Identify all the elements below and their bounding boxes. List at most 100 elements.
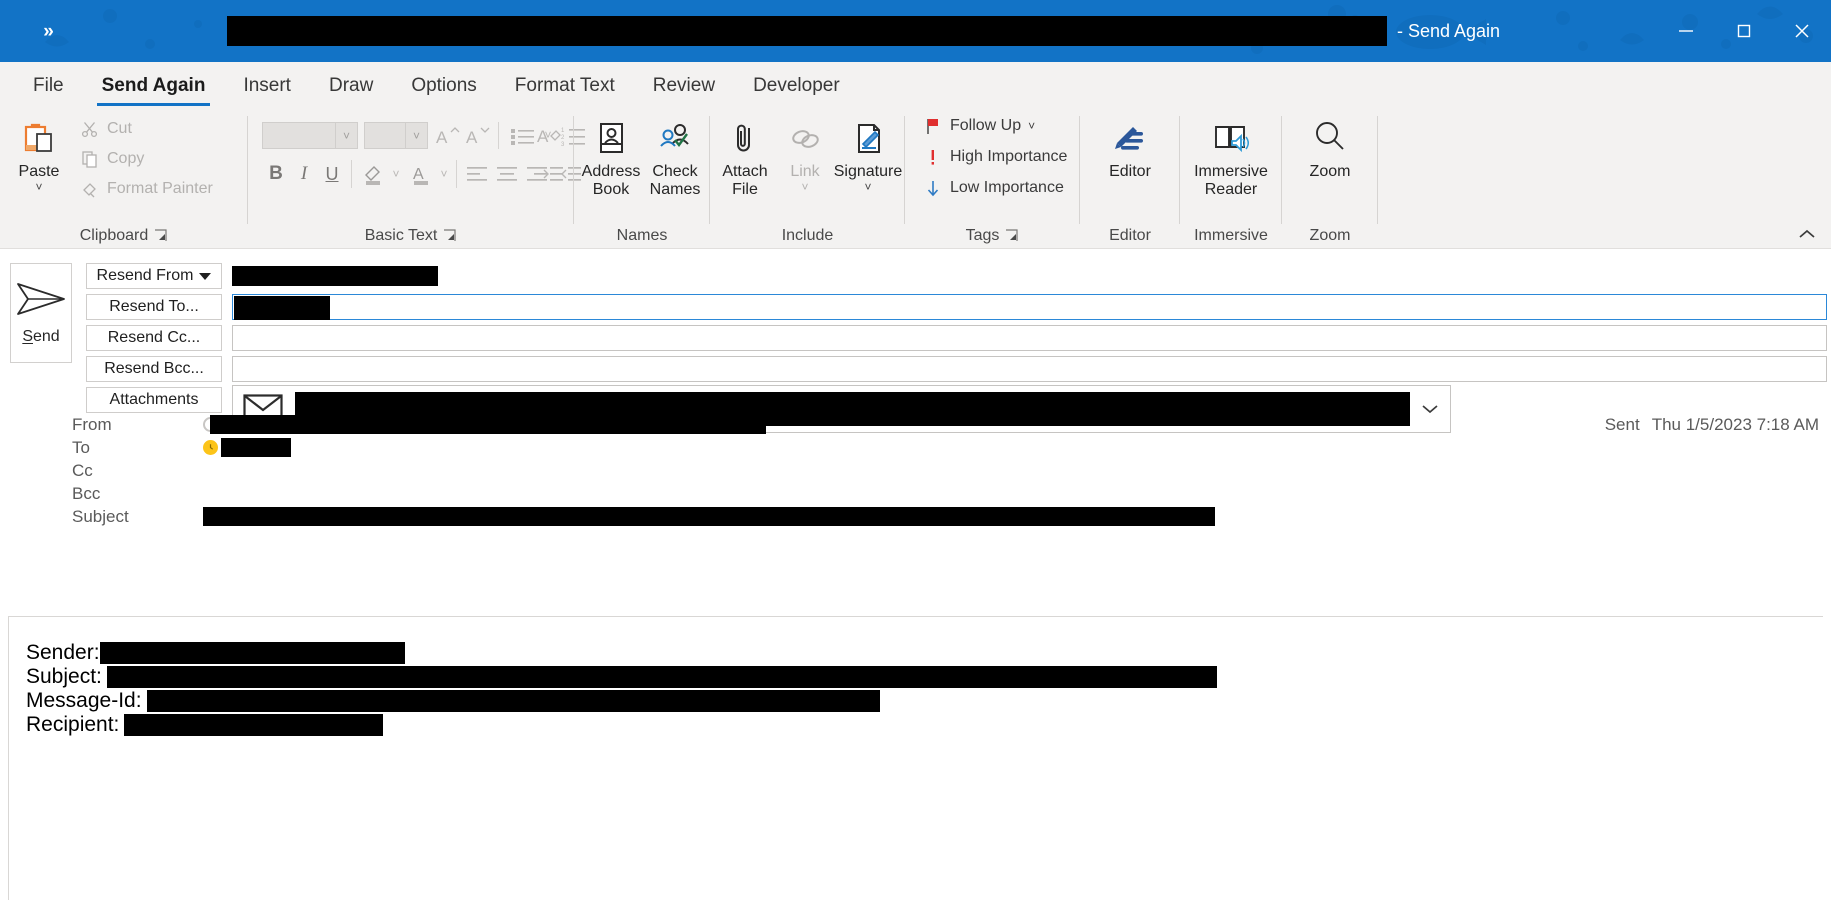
sent-value: Thu 1/5/2023 7:18 AM — [1651, 415, 1819, 434]
close-button[interactable] — [1773, 0, 1831, 62]
clear-formatting-button[interactable]: A — [534, 122, 566, 150]
paste-button[interactable]: Paste ˅ — [8, 112, 70, 193]
low-importance-label: Low Importance — [950, 179, 1064, 196]
resend-bcc-button[interactable]: Resend Bcc... — [86, 356, 222, 382]
align-left-button[interactable] — [462, 160, 492, 188]
window-title-suffix: - Send Again — [1396, 20, 1501, 41]
tab-file[interactable]: File — [14, 64, 83, 108]
quick-access-toolbar[interactable]: » — [0, 0, 96, 62]
copy-label: Copy — [107, 150, 145, 167]
chevron-up-icon — [1799, 229, 1815, 238]
resend-cc-input[interactable] — [232, 325, 1827, 351]
address-book-button[interactable]: Address Book — [578, 112, 644, 199]
outlook-send-again-window: » - Send Again File Send Again Insert Dr… — [0, 0, 1831, 900]
signature-dropdown-chevron-icon[interactable]: ˅ — [864, 181, 871, 193]
resend-to-label: Resend To... — [109, 298, 199, 315]
body-left-rule — [8, 617, 9, 900]
high-importance-button[interactable]: High Importance — [919, 144, 1071, 170]
exclamation-icon — [923, 148, 943, 166]
font-name-chevron-down-icon[interactable]: ˅ — [335, 123, 357, 148]
zoom-group-label: Zoom — [1309, 227, 1351, 244]
resend-from-label: Resend From — [96, 267, 194, 284]
immersive-reader-button[interactable]: Immersive Reader — [1184, 112, 1278, 199]
follow-up-chevron-down-icon[interactable]: ˅ — [1028, 119, 1035, 133]
resend-bcc-input[interactable] — [232, 356, 1827, 382]
font-size-combo[interactable]: ˅ — [364, 122, 428, 149]
clipboard-group-label: Clipboard — [0, 227, 248, 245]
font-color-button[interactable]: A — [406, 160, 436, 188]
header-value-to-redaction — [221, 438, 291, 457]
resend-to-input[interactable] — [232, 294, 1827, 320]
send-paper-plane-icon — [15, 281, 67, 322]
shrink-font-button[interactable]: A — [464, 122, 492, 149]
tags-dialog-launcher[interactable] — [1005, 229, 1019, 243]
copy-icon — [80, 150, 100, 168]
resend-to-button[interactable]: Resend To... — [86, 294, 222, 320]
signature-label: Signature — [833, 163, 903, 180]
tab-developer[interactable]: Developer — [734, 64, 859, 108]
scissors-icon — [80, 120, 100, 138]
paste-label: Paste — [18, 163, 60, 180]
clipboard-dialog-launcher[interactable] — [154, 229, 168, 243]
resend-from-value[interactable] — [232, 263, 1827, 289]
tab-review[interactable]: Review — [634, 64, 734, 108]
tab-draw[interactable]: Draw — [310, 64, 392, 108]
basic-text-dialog-launcher[interactable] — [443, 229, 457, 243]
resend-to-redaction — [234, 296, 330, 320]
link-icon — [787, 116, 823, 160]
message-body[interactable]: Sender: Subject: Message-Id: Recipient: — [8, 616, 1823, 900]
font-name-combo[interactable]: ˅ — [262, 122, 358, 149]
attachment-chevron-down-icon[interactable] — [1410, 386, 1450, 432]
ribbon-group-basic-text: ˅ ˅ A A ˅ 1 2 3 B I U ˅ A ˅ Basic Text — [248, 108, 585, 249]
signature-button[interactable]: Signature ˅ — [833, 112, 903, 193]
check-names-button[interactable]: Check Names — [644, 112, 706, 199]
increase-indent-button[interactable] — [538, 160, 568, 188]
ribbon-collapse-button[interactable] — [1793, 223, 1821, 245]
body-label-message-id: Message-Id: — [26, 689, 142, 712]
minimize-button[interactable] — [1657, 0, 1715, 62]
header-label-subject: Subject — [72, 507, 129, 526]
link-label: Link — [790, 163, 820, 180]
tab-format-text[interactable]: Format Text — [496, 64, 634, 108]
attachments-button[interactable]: Attachments — [86, 387, 222, 413]
bold-button[interactable]: B — [262, 160, 290, 188]
maximize-button[interactable] — [1715, 0, 1773, 62]
svg-text:A: A — [413, 166, 424, 183]
send-label: Send — [22, 327, 60, 345]
paste-dropdown-chevron-icon[interactable]: ˅ — [35, 181, 42, 193]
zoom-button[interactable]: Zoom — [1294, 112, 1366, 181]
link-dropdown-chevron-icon[interactable]: ˅ — [801, 181, 808, 193]
resend-from-button[interactable]: Resend From — [86, 263, 222, 289]
editor-icon — [1111, 116, 1149, 160]
compose-pane: Send Resend From Resend To... Resend Cc.… — [0, 249, 1831, 615]
cut-label: Cut — [107, 120, 132, 137]
cut-button[interactable]: Cut — [76, 116, 136, 142]
align-center-button[interactable] — [492, 160, 522, 188]
paste-icon — [21, 116, 57, 160]
format-painter-button[interactable]: Format Painter — [76, 176, 217, 202]
underline-button[interactable]: U — [318, 160, 346, 188]
send-button[interactable]: Send — [10, 263, 72, 363]
copy-button[interactable]: Copy — [76, 146, 148, 172]
basic-text-group-label: Basic Text — [248, 227, 574, 245]
italic-button[interactable]: I — [290, 160, 318, 188]
quick-access-expand-icon[interactable]: » — [43, 22, 54, 41]
highlight-chevron-down-icon[interactable]: ˅ — [388, 162, 404, 186]
ribbon: Paste ˅ Cut Copy Format Painter Clipboar… — [0, 108, 1831, 249]
bold-label: B — [269, 163, 283, 184]
tab-send-again[interactable]: Send Again — [83, 64, 225, 108]
editor-button[interactable]: Editor — [1094, 112, 1166, 181]
grow-font-button[interactable]: A — [434, 122, 462, 149]
tab-options[interactable]: Options — [392, 64, 495, 108]
follow-up-button[interactable]: Follow Up ˅ — [919, 113, 1039, 139]
tab-insert[interactable]: Insert — [224, 64, 310, 108]
font-size-chevron-down-icon[interactable]: ˅ — [405, 123, 427, 148]
low-importance-button[interactable]: Low Importance — [919, 175, 1068, 201]
font-color-chevron-down-icon[interactable]: ˅ — [436, 162, 452, 186]
resend-cc-button[interactable]: Resend Cc... — [86, 325, 222, 351]
resend-from-dropdown-triangle-icon[interactable] — [199, 272, 212, 280]
link-button[interactable]: Link ˅ — [776, 112, 834, 193]
attach-file-button[interactable]: Attach File — [714, 112, 776, 199]
format-painter-label: Format Painter — [107, 180, 213, 197]
text-highlight-color-button[interactable] — [358, 160, 388, 188]
